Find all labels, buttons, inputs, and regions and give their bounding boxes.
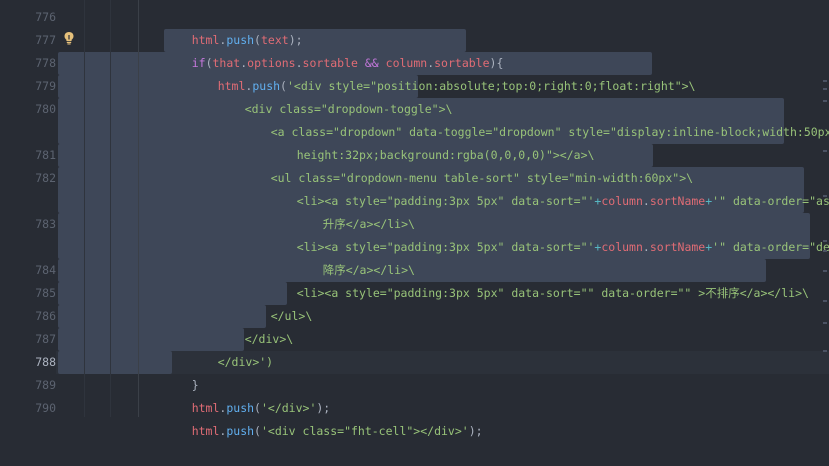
scroll-marker: [823, 150, 827, 152]
token: '" data-order="desc" >: [712, 240, 829, 254]
code-line-782-wrap[interactable]: 升序</a></li>\: [295, 190, 415, 231]
code-line-783-wrap[interactable]: 降序</a></li>\: [295, 236, 415, 277]
scroll-marker: [823, 270, 827, 272]
token: column: [601, 240, 643, 254]
code-line-786[interactable]: </div>\: [217, 305, 293, 346]
line-number-active: 788: [35, 355, 56, 369]
code-line-780-wrap[interactable]: height:32px;background:rgba(0,0,0,0)"></…: [269, 121, 595, 162]
token: .: [642, 194, 650, 208]
scrollbar-markers[interactable]: [821, 0, 829, 417]
scroll-marker: [823, 80, 827, 82]
token: push: [226, 424, 255, 438]
code-line-788[interactable]: }: [164, 351, 199, 392]
line-number: 779: [35, 79, 56, 93]
line-number: 780: [35, 102, 56, 116]
code-line-778[interactable]: html.push('<div style="position:absolute…: [190, 52, 696, 93]
gutter-separator: [138, 0, 139, 417]
token: .: [642, 240, 650, 254]
selection-block: [58, 351, 172, 374]
token: '" data-order="asc" >: [712, 194, 829, 208]
line-number: 789: [35, 378, 56, 392]
code-line-787[interactable]: </div>'): [190, 328, 273, 369]
scroll-marker: [823, 100, 827, 102]
scroll-marker: [823, 240, 827, 242]
code-line-785[interactable]: </ul>\: [243, 282, 313, 323]
code-line-779[interactable]: <div class="dropdown-toggle">\: [217, 75, 453, 116]
scroll-marker: [823, 195, 827, 197]
line-number: 781: [35, 148, 56, 162]
scroll-marker: [823, 250, 827, 252]
scroll-marker: [823, 88, 827, 90]
line-number: 778: [35, 56, 56, 70]
code-line-784[interactable]: <li><a style="padding:3px 5px" data-sort…: [269, 259, 809, 300]
code-line-776[interactable]: html.push(text);: [164, 6, 303, 47]
line-number: 777: [35, 33, 56, 47]
scroll-marker: [823, 322, 827, 324]
token: .: [219, 424, 227, 438]
token: '<div class="fht-cell"></div>': [260, 424, 469, 438]
line-number: 776: [35, 10, 56, 24]
token: </div>'): [217, 355, 274, 369]
scroll-marker: [823, 350, 827, 352]
code-line-777[interactable]: if(that.options.sortable && column.sorta…: [164, 29, 504, 70]
token: (: [254, 424, 261, 438]
lightbulb-icon[interactable]: [63, 31, 75, 45]
code-line-783[interactable]: <li><a style="padding:3px 5px" data-sort…: [269, 213, 829, 254]
code-line-780[interactable]: <a class="dropdown" data-toggle="dropdow…: [243, 98, 829, 139]
token: <li><a style="padding:3px 5px" data-sort…: [296, 286, 809, 300]
code-line-789[interactable]: html.push('</div>');: [164, 374, 331, 415]
indent-guide: [110, 0, 111, 417]
token: sortName: [649, 240, 706, 254]
code-editor[interactable]: 776 777 778 779 780 781 782 783 784 785 …: [0, 0, 829, 438]
scroll-marker: [823, 300, 827, 302]
token: html: [191, 424, 220, 438]
line-number: 786: [35, 309, 56, 323]
line-number: 787: [35, 332, 56, 346]
token: );: [468, 424, 483, 438]
token: sortName: [649, 194, 706, 208]
line-number: 785: [35, 286, 56, 300]
line-number: 783: [35, 217, 56, 231]
indent-guide: [84, 0, 85, 417]
line-number: 784: [35, 263, 56, 277]
token: column: [601, 194, 643, 208]
code-line-781[interactable]: <ul class="dropdown-menu table-sort" sty…: [243, 144, 693, 185]
line-number: 782: [35, 171, 56, 185]
code-line-782[interactable]: <li><a style="padding:3px 5px" data-sort…: [269, 167, 829, 208]
